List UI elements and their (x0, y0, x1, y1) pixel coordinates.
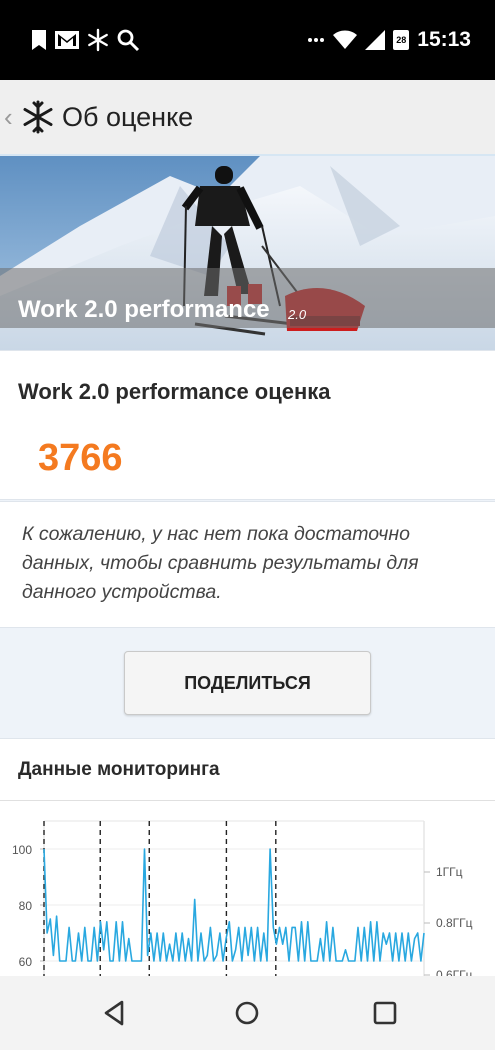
status-right: 28 15:13 (307, 28, 471, 52)
search-icon (117, 29, 140, 52)
y-left-tick-label: 80 (19, 899, 33, 913)
y-right-tick-label: 0.8ГГц (436, 916, 473, 930)
comparison-message: К сожалению, у нас нет пока достаточно д… (22, 523, 419, 603)
back-icon[interactable]: ‹ (4, 102, 18, 133)
calendar-icon: 28 (393, 30, 410, 50)
snowflake-logo-icon (23, 100, 53, 134)
y-right-tick-label: 1ГГц (436, 865, 463, 879)
notification-icons (30, 28, 140, 52)
gmail-icon (55, 31, 79, 49)
monitoring-title: Данные мониторинга (18, 759, 220, 780)
page-title: Об оценке (62, 101, 194, 132)
back-nav-icon[interactable] (100, 998, 130, 1028)
y-left-tick-label: 60 (19, 955, 33, 969)
monitoring-card: Данные мониторинга 100 80 60 1ГГц 0.8ГГц 0.6Г… (0, 738, 495, 979)
more-dots-icon (308, 38, 325, 42)
score-label: Work 2.0 performance оценка (18, 379, 331, 404)
score-value: 3766 (38, 437, 123, 479)
score-card: Work 2.0 performance оценка 3766 (0, 350, 495, 500)
hero-banner: Work 2.0 performance 2.0 (0, 156, 495, 350)
recents-nav-icon[interactable] (370, 998, 400, 1028)
bookmark-icon (32, 30, 46, 50)
snowflake-icon (88, 28, 108, 52)
hero-title: Work 2.0 performance (18, 296, 270, 323)
monitoring-chart: 10080601ГГц0.8ГГц0.6ГГц (12, 820, 473, 979)
wifi-icon (333, 30, 358, 49)
home-nav-icon[interactable] (232, 998, 262, 1028)
y-left-tick-label: 100 (12, 843, 32, 857)
share-button[interactable]: ПОДЕЛИТЬСЯ (124, 651, 371, 715)
app-bar: ‹ Об оценке (0, 80, 495, 156)
status-bar: 28 15:13 (0, 0, 495, 80)
hero-version: 2.0 (288, 307, 307, 322)
status-time: 15:13 (417, 28, 471, 51)
comparison-message-card: К сожалению, у нас нет пока достаточно д… (0, 501, 495, 628)
calendar-day: 28 (396, 35, 407, 45)
navigation-bar (0, 976, 495, 1050)
signal-icon (365, 30, 386, 50)
